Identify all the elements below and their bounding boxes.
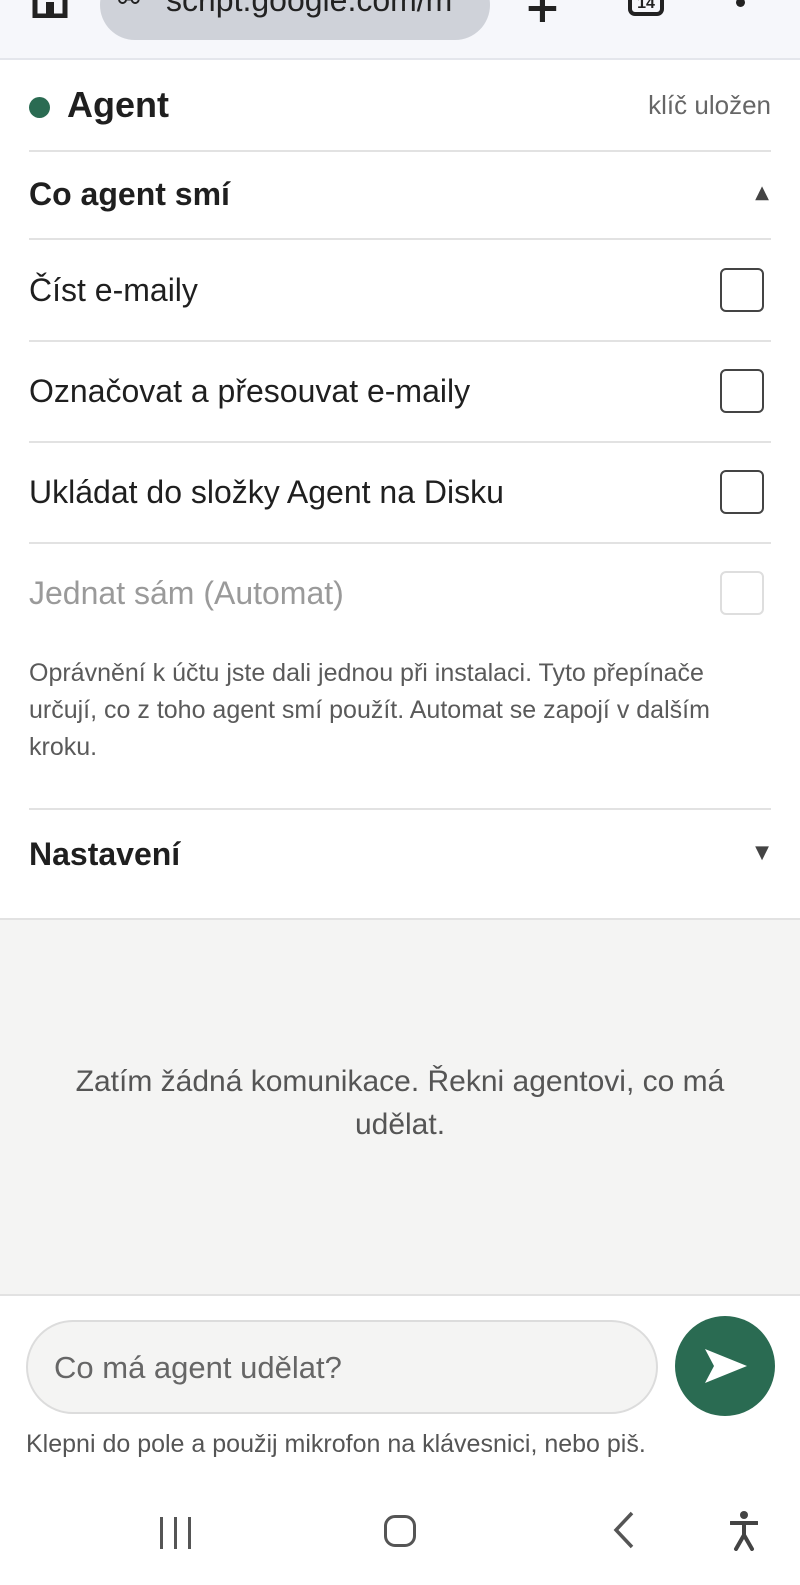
page-title: Agent xyxy=(67,84,169,125)
permission-row-label-move-emails: Označovat a přesouvat e-maily xyxy=(29,341,771,443)
empty-conversation-message: Zatím žádná komunikace. Řekni agentovi, … xyxy=(75,1065,725,1141)
permission-label: Číst e-maily xyxy=(29,272,198,308)
accessibility-icon[interactable] xyxy=(730,1511,758,1551)
send-icon xyxy=(705,1349,747,1383)
send-button[interactable] xyxy=(675,1316,775,1416)
home-icon[interactable] xyxy=(384,1515,416,1547)
new-tab-icon[interactable]: + xyxy=(524,0,561,33)
settings-section-toggle[interactable]: Nastavení ▼ xyxy=(29,808,771,900)
home-icon[interactable] xyxy=(32,0,68,18)
task-input[interactable]: Co má agent udělat? xyxy=(26,1320,658,1414)
permission-row-read-emails: Číst e-maily xyxy=(29,240,771,342)
tab-switcher-button[interactable]: 14 xyxy=(628,0,664,16)
task-input-placeholder: Co má agent udělat? xyxy=(54,1350,342,1385)
address-bar[interactable]: ⚯ script.google.com/m xyxy=(100,0,490,40)
read-emails-checkbox[interactable] xyxy=(720,268,764,312)
settings-section-label: Nastavení xyxy=(29,836,181,872)
permission-label: Označovat a přesouvat e-maily xyxy=(29,373,471,409)
permission-label: Jednat sám (Automat) xyxy=(29,575,344,611)
permission-row-automat: Jednat sám (Automat) xyxy=(29,543,771,643)
permissions-note: Oprávnění k účtu jste dali jednou při in… xyxy=(29,659,710,761)
permissions-section-toggle[interactable]: Co agent smí ▲ xyxy=(29,150,771,240)
browser-toolbar: ⚯ script.google.com/m + 14 xyxy=(0,0,800,60)
system-nav-bar xyxy=(0,1485,800,1585)
recents-icon[interactable] xyxy=(160,1517,194,1549)
agent-header: Agent klíč uložen xyxy=(29,80,771,152)
label-move-emails-checkbox[interactable] xyxy=(720,369,764,413)
back-icon[interactable] xyxy=(612,1511,636,1549)
key-status-text: klíč uložen xyxy=(648,90,771,120)
status-dot xyxy=(29,97,50,118)
tab-count: 14 xyxy=(637,0,655,12)
permissions-section-label: Co agent smí xyxy=(29,176,230,212)
automat-checkbox-disabled xyxy=(720,571,764,615)
composer-hint: Klepni do pole a použij mikrofon na kláv… xyxy=(26,1430,646,1458)
address-bar-url: script.google.com/m xyxy=(166,0,453,18)
permission-label: Ukládat do složky Agent na Disku xyxy=(29,474,504,510)
save-to-drive-checkbox[interactable] xyxy=(720,470,764,514)
permission-row-save-to-drive: Ukládat do složky Agent na Disku xyxy=(29,442,771,544)
site-info-icon[interactable]: ⚯ xyxy=(118,0,140,16)
conversation-area: Zatím žádná komunikace. Řekni agentovi, … xyxy=(0,918,800,1296)
caret-down-icon: ▼ xyxy=(755,842,769,863)
caret-up-icon: ▲ xyxy=(755,182,769,203)
more-menu-icon[interactable] xyxy=(736,0,746,14)
